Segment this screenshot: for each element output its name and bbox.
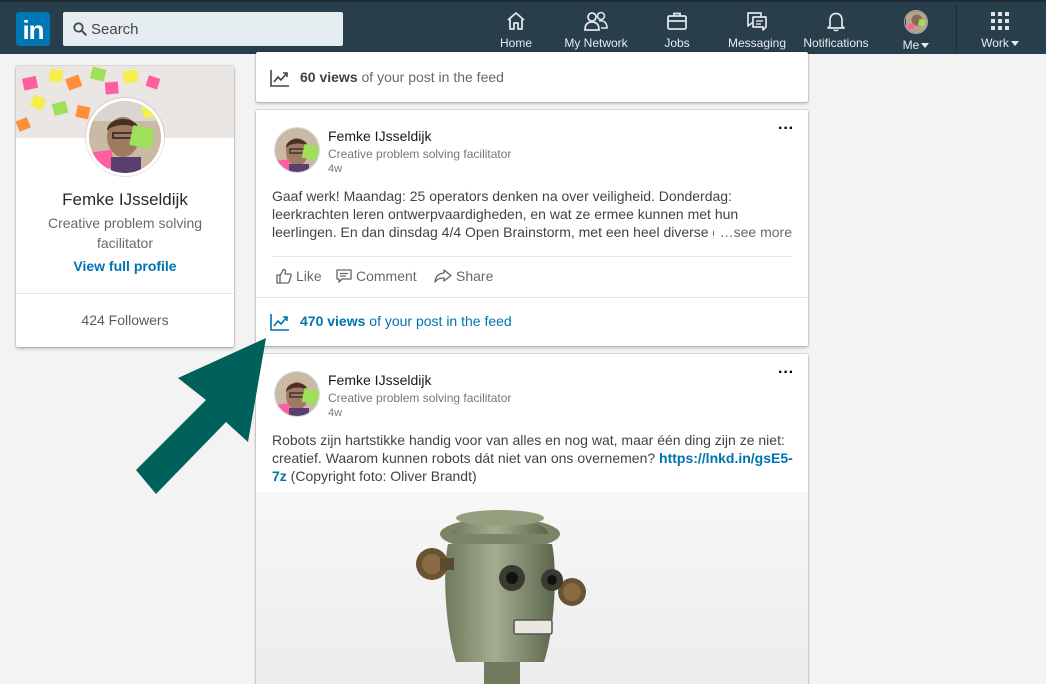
nav-home-label: Home xyxy=(499,36,532,50)
share-button[interactable]: Share xyxy=(434,268,493,284)
followers-count[interactable]: 424 Followers xyxy=(16,312,234,328)
comment-button[interactable]: Comment xyxy=(336,268,417,284)
post-author-headline: Creative problem solving facilitator xyxy=(328,391,512,405)
post-author-avatar[interactable] xyxy=(274,127,320,173)
like-icon xyxy=(276,268,292,284)
search-box[interactable] xyxy=(63,12,343,46)
more-icon[interactable]: ··· xyxy=(778,121,794,137)
notifications-icon xyxy=(827,12,845,32)
post-timestamp: 4w xyxy=(328,407,343,419)
profile-avatar[interactable] xyxy=(86,98,164,176)
nav-notifications[interactable]: Notifications xyxy=(800,10,872,52)
messaging-icon xyxy=(747,12,767,31)
post-views-text: 470 views of your post in the feed xyxy=(300,313,512,329)
feed-card-top: 60 views of your post in the feed xyxy=(256,52,808,102)
divider xyxy=(16,293,234,294)
home-icon xyxy=(507,12,525,30)
post-views-text: 60 views of your post in the feed xyxy=(300,69,504,85)
share-icon xyxy=(434,269,452,283)
chevron-down-icon xyxy=(921,43,930,49)
comment-icon xyxy=(336,269,352,283)
divider xyxy=(272,256,792,257)
nav-messaging[interactable]: Messaging xyxy=(726,10,788,52)
nav-work-label: Work xyxy=(978,36,1022,50)
see-more-link[interactable]: …see more xyxy=(713,223,792,241)
search-input[interactable] xyxy=(91,12,336,46)
chart-icon xyxy=(270,70,289,87)
nav-divider xyxy=(956,4,957,54)
post-author-headline: Creative problem solving facilitator xyxy=(328,147,512,161)
share-label: Share xyxy=(456,268,494,284)
profile-headline: Creative problem solving facilitator xyxy=(47,215,203,251)
nav-home[interactable]: Home xyxy=(498,10,534,52)
top-nav: in Home My Network Jobs xyxy=(0,0,1046,54)
post-image[interactable] xyxy=(256,492,808,684)
annotation-arrow-icon xyxy=(136,338,266,494)
post-timestamp: 4w xyxy=(328,163,343,175)
nav-me-label: Me xyxy=(898,38,934,52)
feed-post-1: Femke IJsseldijk Creative problem solvin… xyxy=(256,110,808,346)
linkedin-logo[interactable]: in xyxy=(16,12,50,46)
jobs-icon xyxy=(667,12,687,30)
post-author-avatar[interactable] xyxy=(274,371,320,417)
avatar xyxy=(904,10,928,34)
nav-me[interactable]: Me xyxy=(898,10,934,52)
chart-icon xyxy=(270,314,289,331)
nav-messaging-label: Messaging xyxy=(727,36,787,50)
like-label: Like xyxy=(296,268,322,284)
more-icon[interactable]: ··· xyxy=(778,365,794,381)
post-body: Gaaf werk! Maandag: 25 operators denken … xyxy=(272,188,792,241)
post-views-row[interactable]: 470 views of your post in the feed xyxy=(256,298,808,346)
post-author-name[interactable]: Femke IJsseldijk xyxy=(328,372,431,388)
nav-notifications-label: Notifications xyxy=(803,36,869,50)
feed-post-2: Femke IJsseldijk Creative problem solvin… xyxy=(256,354,808,684)
nav-jobs-label: Jobs xyxy=(664,36,690,50)
nav-my-network[interactable]: My Network xyxy=(562,10,630,52)
comment-label: Comment xyxy=(356,268,417,284)
post-body: Robots zijn hartstikke handig voor van a… xyxy=(272,432,793,484)
view-profile-link[interactable]: View full profile xyxy=(16,258,234,274)
grid-icon xyxy=(991,12,1009,30)
nav-work[interactable]: Work xyxy=(978,10,1022,52)
profile-card: Femke IJsseldijk Creative problem solvin… xyxy=(16,66,234,347)
profile-name[interactable]: Femke IJsseldijk xyxy=(16,190,234,210)
network-icon xyxy=(584,11,608,31)
search-icon xyxy=(73,22,87,36)
post-views-row[interactable]: 60 views of your post in the feed xyxy=(256,54,808,102)
chevron-down-icon xyxy=(1010,41,1019,47)
post-author-name[interactable]: Femke IJsseldijk xyxy=(328,128,431,144)
nav-jobs[interactable]: Jobs xyxy=(660,10,694,52)
nav-my-network-label: My Network xyxy=(564,36,628,50)
like-button[interactable]: Like xyxy=(276,268,322,284)
